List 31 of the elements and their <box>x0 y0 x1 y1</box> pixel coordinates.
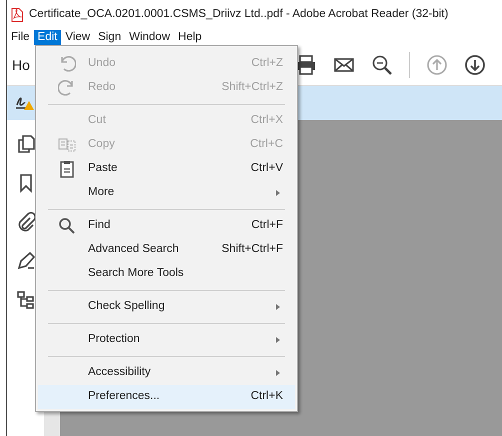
menu-item[interactable]: Paste Ctrl+V <box>38 157 295 181</box>
menu-item[interactable]: Edit <box>34 30 62 45</box>
window-title: Certificate_OCA.0201.0001.CSMS_Driivz Ltd..pdf - Adobe Acrobat Reader (32-bit) <box>29 7 448 22</box>
menu-item[interactable]: More <box>38 181 295 205</box>
zoom-search-icon[interactable] <box>371 54 393 76</box>
menu-item[interactable]: Sign <box>94 30 126 45</box>
menu-item[interactable]: Find Ctrl+F <box>38 214 295 238</box>
menu-item[interactable]: Advanced Search Shift+Ctrl+F <box>38 238 295 262</box>
clipboard-icon <box>58 160 76 178</box>
pen-icon[interactable] <box>16 251 36 271</box>
menu-item[interactable]: Window <box>125 30 174 45</box>
pdf-file-icon <box>11 8 23 22</box>
menu-item[interactable]: Check Spelling <box>38 295 295 319</box>
page-down-icon[interactable] <box>464 54 486 76</box>
structure-icon[interactable] <box>16 290 36 310</box>
menu-item[interactable]: Preferences... Ctrl+K <box>38 385 295 409</box>
home-tab[interactable]: Ho <box>12 56 30 72</box>
sign-icon[interactable] <box>15 95 35 111</box>
pages-icon[interactable] <box>16 134 36 154</box>
menu-item[interactable]: Search More Tools <box>38 262 295 286</box>
paperclip-icon[interactable] <box>16 212 36 232</box>
menu-item[interactable]: View <box>61 30 94 45</box>
menu-item[interactable]: Protection <box>38 328 295 352</box>
menu-item[interactable]: Accessibility <box>38 361 295 385</box>
undo-icon <box>58 55 76 73</box>
printer-icon[interactable] <box>295 54 317 76</box>
copy-icon <box>58 136 76 154</box>
search-icon <box>58 217 76 235</box>
menu-item[interactable]: File <box>7 30 34 45</box>
redo-icon <box>58 79 76 97</box>
menu-item[interactable]: Help <box>174 30 206 45</box>
